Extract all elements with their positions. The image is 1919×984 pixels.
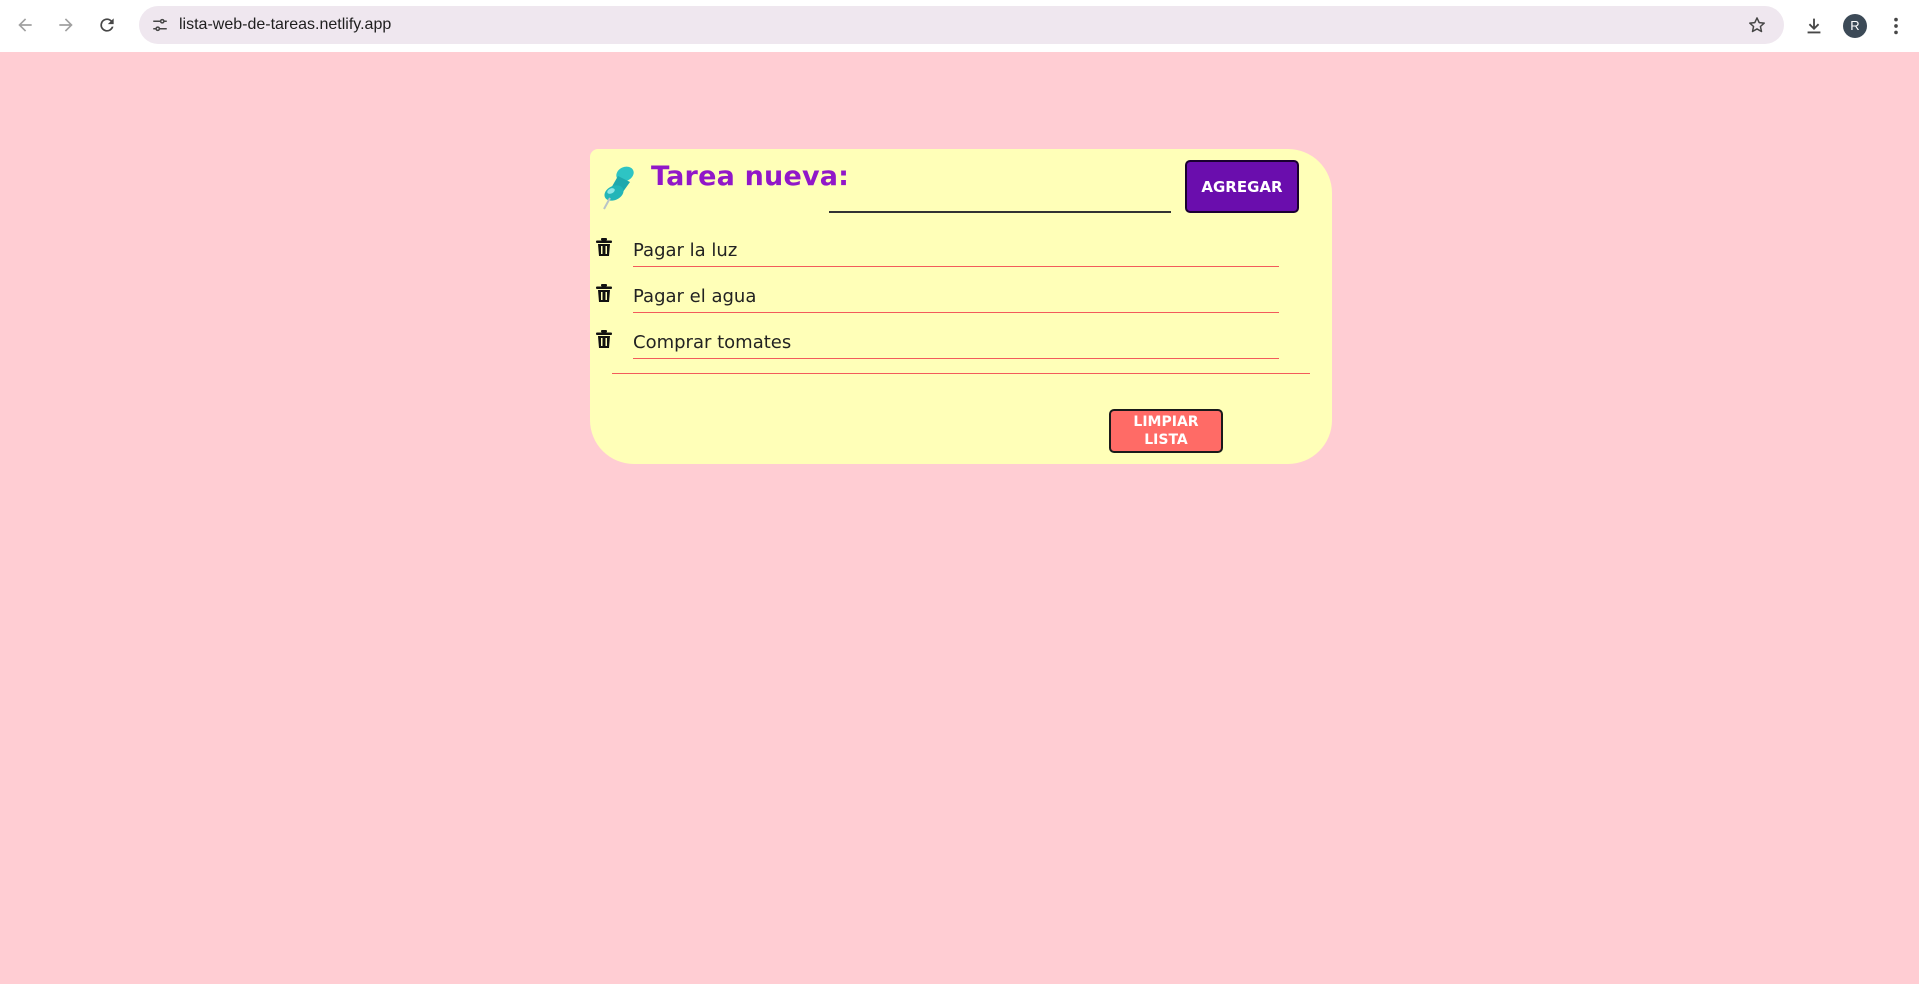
add-button[interactable]: AGREGAR <box>1185 160 1299 213</box>
trash-icon[interactable] <box>596 238 612 256</box>
downloads-button[interactable] <box>1800 12 1828 40</box>
forward-button[interactable] <box>53 12 79 38</box>
profile-avatar[interactable]: R <box>1843 14 1867 38</box>
task-divider <box>633 312 1279 313</box>
task-input[interactable] <box>829 165 1171 213</box>
task-text: Pagar la luz <box>633 240 738 261</box>
tune-icon <box>153 18 167 32</box>
arrow-right-icon <box>59 18 73 32</box>
task-text: Comprar tomates <box>633 332 792 353</box>
star-icon <box>1749 17 1765 33</box>
site-info-button[interactable] <box>147 12 173 38</box>
clear-list-button[interactable]: LIMPIAR LISTA <box>1109 409 1223 453</box>
browser-menu-button[interactable] <box>1882 12 1910 40</box>
reload-icon <box>100 18 114 32</box>
trash-icon[interactable] <box>596 284 612 302</box>
browser-toolbar: lista-web-de-tareas.netlify.app R <box>0 0 1919 52</box>
pushpin-icon <box>603 166 634 210</box>
reload-button[interactable] <box>94 12 120 38</box>
task-text: Pagar el agua <box>633 286 757 307</box>
arrow-left-icon <box>18 18 32 32</box>
bookmark-button[interactable] <box>1744 12 1770 38</box>
todo-card: Tarea nueva: AGREGAR Pagar la luz Pagar … <box>590 149 1332 464</box>
back-button[interactable] <box>12 12 38 38</box>
address-bar[interactable]: lista-web-de-tareas.netlify.app <box>139 6 1784 44</box>
download-icon <box>1807 18 1821 34</box>
task-divider <box>633 358 1279 359</box>
new-task-heading: Tarea nueva: <box>651 161 850 192</box>
kebab-menu-icon <box>1894 17 1898 35</box>
url-text[interactable]: lista-web-de-tareas.netlify.app <box>179 6 391 44</box>
list-bottom-rule <box>612 373 1310 374</box>
trash-icon[interactable] <box>596 330 612 348</box>
task-item: Comprar tomates <box>590 324 1332 364</box>
task-item: Pagar la luz <box>590 232 1332 272</box>
task-divider <box>633 266 1279 267</box>
task-item: Pagar el agua <box>590 278 1332 318</box>
